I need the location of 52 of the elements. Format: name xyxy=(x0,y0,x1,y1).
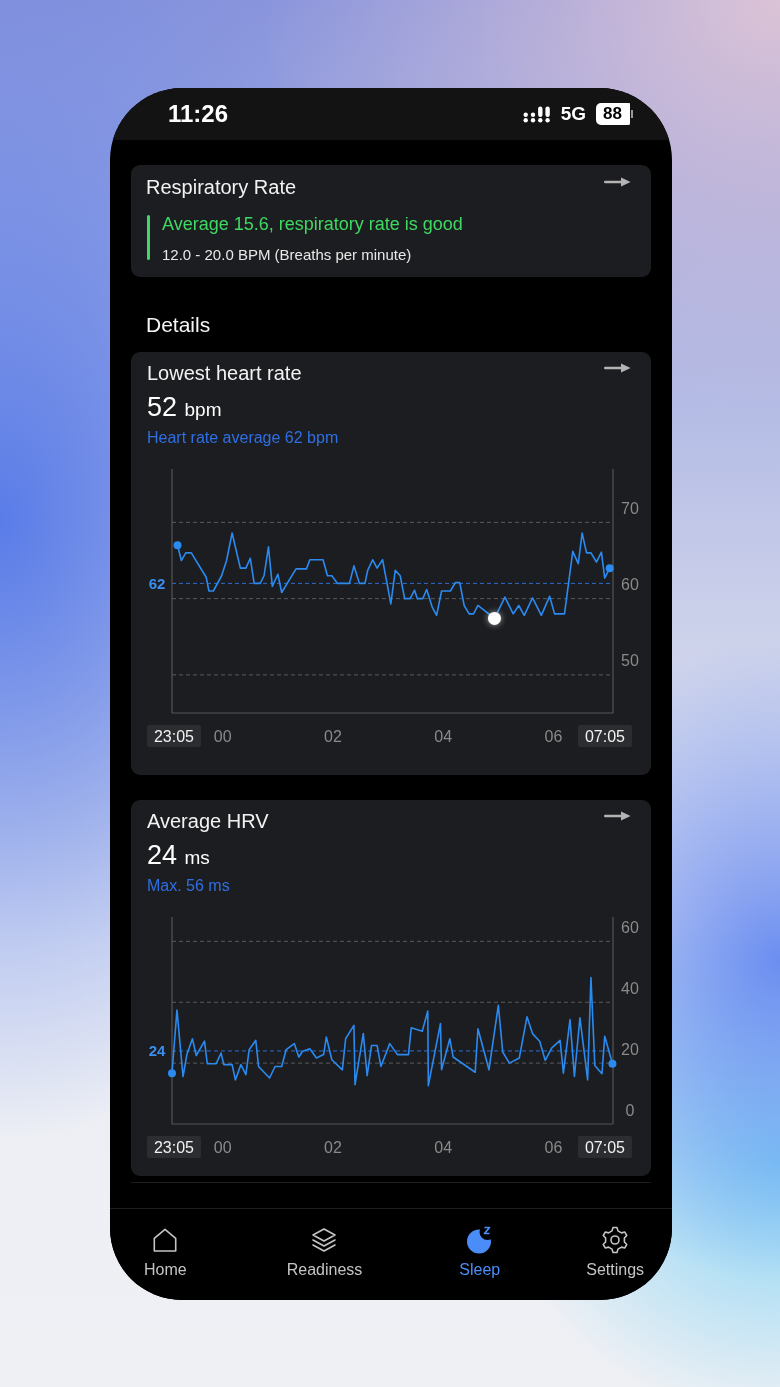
x-axis-label: 04 xyxy=(434,1138,453,1156)
time-label: 07:05 xyxy=(578,1136,632,1158)
metric-value: 52 bpm xyxy=(147,391,222,424)
status-time: 11:26 xyxy=(168,100,229,128)
metric-subtitle: Max. 56 ms xyxy=(147,876,230,895)
data-point-marker xyxy=(173,541,182,550)
data-point-marker xyxy=(605,564,614,573)
moon-icon[interactable] xyxy=(465,1226,494,1254)
settings-icon[interactable] xyxy=(601,1226,630,1254)
card-title: Respiratory Rate xyxy=(146,175,297,199)
nav-tab[interactable]: Settings xyxy=(586,1226,645,1279)
time-label: 23:05 xyxy=(147,725,201,747)
data-point-marker xyxy=(488,611,501,625)
x-axis-label: 04 xyxy=(434,727,453,745)
card-title: Lowest heart rate xyxy=(147,361,302,385)
data-point-marker xyxy=(168,1069,176,1078)
signal-icon xyxy=(522,105,551,123)
nav-tab[interactable]: Sleep xyxy=(459,1226,501,1279)
y-axis-label: 0 xyxy=(625,1101,635,1119)
nav-tab[interactable]: Home xyxy=(144,1226,187,1279)
nav-tab[interactable]: Readiness xyxy=(286,1226,363,1279)
right-arrow-icon[interactable] xyxy=(604,810,631,822)
time-label: 23:05 xyxy=(147,1136,201,1158)
x-axis-label: 02 xyxy=(324,727,342,745)
y-axis-label: 60 xyxy=(621,576,639,594)
y-axis-label: 20 xyxy=(621,1040,639,1058)
average-label: 24 xyxy=(148,1042,166,1060)
layers-icon[interactable] xyxy=(310,1226,339,1254)
x-axis-label: 00 xyxy=(213,1138,232,1156)
x-axis-label: 06 xyxy=(544,1138,563,1156)
data-point-marker xyxy=(608,1059,617,1068)
right-arrow-icon[interactable] xyxy=(604,362,631,374)
x-axis-label: 06 xyxy=(544,727,563,745)
home-icon[interactable] xyxy=(151,1226,180,1254)
time-label: 07:05 xyxy=(578,725,632,747)
card-title: Average HRV xyxy=(147,809,269,833)
y-axis-label: 60 xyxy=(621,918,639,936)
network-type: 5G xyxy=(560,103,587,125)
y-axis-label: 50 xyxy=(621,652,639,670)
section-heading: Details xyxy=(146,312,211,338)
average-label: 62 xyxy=(148,574,166,592)
metric-value: 24 ms xyxy=(147,839,210,872)
accent-bar xyxy=(147,215,150,260)
y-axis-label: 40 xyxy=(621,979,639,997)
y-axis-label: 70 xyxy=(621,499,639,517)
metric-subtitle: Heart rate average 62 bpm xyxy=(147,428,339,447)
right-arrow-icon[interactable] xyxy=(604,176,631,188)
range-text: 12.0 - 20.0 BPM (Breaths per minute) xyxy=(162,246,412,264)
battery-indicator: 88 xyxy=(596,103,633,125)
x-axis-label: 00 xyxy=(213,727,232,745)
x-axis-label: 02 xyxy=(324,1138,342,1156)
status-text: Average 15.6, respiratory rate is good xyxy=(162,213,463,235)
